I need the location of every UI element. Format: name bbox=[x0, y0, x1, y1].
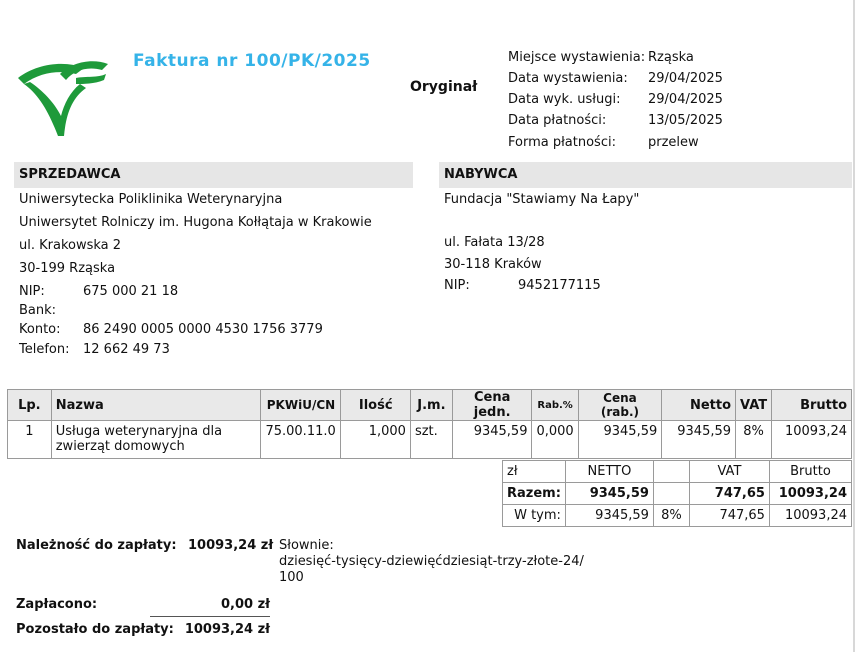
col-discount: Rab.% bbox=[531, 389, 579, 421]
paid-label: Zapłacono: bbox=[16, 597, 98, 612]
col-net: Netto bbox=[661, 389, 737, 421]
col-unit-price: Cena jedn. bbox=[451, 389, 533, 421]
seller-phone: 12 662 49 73 bbox=[83, 342, 170, 357]
buyer-name: Fundacja "Stawiamy Na Łapy" bbox=[444, 192, 640, 207]
cell-unit: szt. bbox=[409, 420, 453, 459]
summary-incl-vat: 747,65 bbox=[688, 504, 770, 527]
col-qty: Ilość bbox=[340, 389, 411, 421]
meta-value: 13/05/2025 bbox=[648, 113, 723, 128]
summary-total-label: Razem: bbox=[502, 482, 566, 505]
col-gross: Brutto bbox=[771, 389, 852, 421]
buyer-heading: NABYWCA bbox=[439, 162, 852, 188]
due-value: 10093,24 zł bbox=[188, 538, 274, 553]
cell-lp: 1 bbox=[7, 420, 52, 459]
buyer-nip: 9452177115 bbox=[518, 278, 601, 293]
seller-account: 86 2490 0005 0000 4530 1756 3779 bbox=[83, 322, 323, 337]
items-table: Lp. Nazwa PKWiU/CN Ilość J.m. Cena jedn.… bbox=[7, 389, 852, 459]
summary-incl-gross: 10093,24 bbox=[768, 504, 853, 527]
original-label: Oryginał bbox=[410, 79, 478, 95]
page-edge bbox=[853, 0, 855, 652]
summary-total-gross: 10093,24 bbox=[768, 482, 853, 505]
seller-account-label: Konto: bbox=[19, 322, 61, 337]
paid-value: 0,00 zł bbox=[221, 597, 270, 612]
summary-header-row: zł NETTO VAT Brutto bbox=[502, 460, 853, 483]
cell-net: 9345,59 bbox=[661, 420, 737, 459]
summary-incl-net: 9345,59 bbox=[564, 504, 654, 527]
seller-bank-label: Bank: bbox=[19, 303, 57, 318]
summary-currency: zł bbox=[502, 460, 566, 483]
words-line2: 100 bbox=[279, 570, 304, 585]
summary-total-rate bbox=[652, 482, 690, 505]
cell-discount: 0,000 bbox=[531, 420, 579, 459]
cell-vat: 8% bbox=[735, 420, 773, 459]
meta-value: 29/04/2025 bbox=[648, 92, 723, 107]
table-row: 1 Usługa weterynaryjna dla zwierząt domo… bbox=[7, 420, 852, 459]
seller-street: ul. Krakowska 2 bbox=[19, 238, 122, 253]
words-label: Słownie: bbox=[279, 538, 334, 553]
seller-nip-label: NIP: bbox=[19, 284, 45, 299]
meta-label: Data płatności: bbox=[508, 113, 607, 128]
summary-total-vat: 747,65 bbox=[688, 482, 770, 505]
summary-incl-rate: 8% bbox=[652, 504, 690, 527]
summary-table: zł NETTO VAT Brutto Razem: 9345,59 747,6… bbox=[502, 460, 853, 527]
due-label: Należność do zapłaty: bbox=[16, 538, 177, 553]
words-line1: dziesięć-tysięcy-dziewięćdziesiąt-trzy-z… bbox=[279, 554, 584, 569]
summary-h-gross: Brutto bbox=[768, 460, 853, 483]
cell-name: Usługa weterynaryjna dla zwierząt domowy… bbox=[50, 420, 262, 459]
meta-label: Miejsce wystawienia: bbox=[508, 50, 646, 65]
meta-value: przelew bbox=[648, 135, 699, 150]
summary-total-net: 9345,59 bbox=[564, 482, 654, 505]
buyer-street: ul. Fałata 13/28 bbox=[444, 235, 545, 250]
seller-phone-label: Telefon: bbox=[19, 342, 70, 357]
remaining-value: 10093,24 zł bbox=[184, 622, 270, 637]
summary-h-vat: VAT bbox=[688, 460, 770, 483]
meta-label: Forma płatności: bbox=[508, 135, 616, 150]
buyer-city: 30-118 Kraków bbox=[444, 257, 542, 272]
items-header-row: Lp. Nazwa PKWiU/CN Ilość J.m. Cena jedn.… bbox=[7, 389, 852, 421]
col-lp: Lp. bbox=[7, 389, 52, 421]
seller-city: 30-199 Rząska bbox=[19, 261, 116, 276]
col-vat: VAT bbox=[735, 389, 773, 421]
meta-label: Data wyk. usługi: bbox=[508, 92, 621, 107]
seller-name1: Uniwersytecka Poliklinika Weterynaryjna bbox=[19, 192, 283, 207]
seller-name2: Uniwersytet Rolniczy im. Hugona Kołłątaj… bbox=[19, 215, 372, 230]
cell-qty: 1,000 bbox=[340, 420, 411, 459]
cell-pkwiu: 75.00.11.0 bbox=[260, 420, 342, 459]
meta-value: Rząska bbox=[648, 50, 694, 65]
meta-label: Data wystawienia: bbox=[508, 71, 628, 86]
summary-h-net: NETTO bbox=[564, 460, 654, 483]
buyer-nip-label: NIP: bbox=[444, 278, 470, 293]
col-pkwiu: PKWiU/CN bbox=[260, 389, 342, 421]
seller-heading: SPRZEDAWCA bbox=[14, 162, 413, 188]
invoice-title: Faktura nr 100/PK/2025 bbox=[133, 51, 371, 71]
summary-total-row: Razem: 9345,59 747,65 10093,24 bbox=[502, 482, 853, 505]
summary-incl-row: W tym: 9345,59 8% 747,65 10093,24 bbox=[502, 504, 853, 527]
summary-incl-label: W tym: bbox=[502, 504, 566, 527]
col-price-disc: Cena (rab.) bbox=[577, 389, 663, 421]
summary-h-rate bbox=[652, 460, 690, 483]
paid-divider bbox=[150, 616, 270, 617]
cell-price-disc: 9345,59 bbox=[577, 420, 663, 459]
seller-nip: 675 000 21 18 bbox=[83, 284, 179, 299]
meta-value: 29/04/2025 bbox=[648, 71, 723, 86]
cell-unit-price: 9345,59 bbox=[451, 420, 533, 459]
col-name: Nazwa bbox=[50, 389, 262, 421]
cell-gross: 10093,24 bbox=[771, 420, 852, 459]
col-unit: J.m. bbox=[409, 389, 453, 421]
clinic-logo bbox=[18, 61, 108, 136]
